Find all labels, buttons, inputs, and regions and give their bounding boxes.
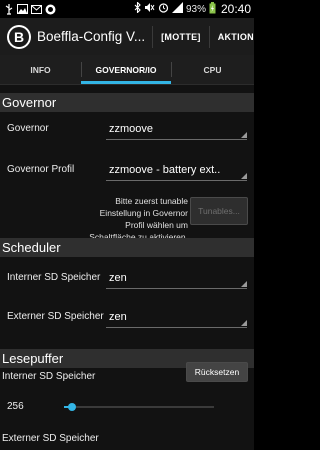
tab-divider <box>171 62 172 77</box>
spinner-arrow-icon <box>241 132 247 138</box>
readahead-internal-slider-thumb[interactable] <box>67 403 76 411</box>
governor-io-page: Governor Governor zzmoove Governor Profi… <box>0 85 254 450</box>
scheduler-external-value: zen <box>109 311 127 323</box>
mail-icon <box>31 4 42 15</box>
bluetooth-icon <box>134 1 141 16</box>
aktion-button[interactable]: AKTION <box>218 32 254 42</box>
spinner-arrow-icon <box>241 320 247 326</box>
tab-governor-io[interactable]: GOVERNOR/IO <box>81 55 171 84</box>
readahead-internal-slider-track[interactable] <box>64 406 214 408</box>
spinner-arrow-icon <box>241 281 247 287</box>
readahead-external-label: Externer SD Speicher <box>2 433 99 444</box>
governor-profile-spinner[interactable]: zzmoove - battery ext.. <box>106 159 247 181</box>
readahead-internal-value: 256 <box>7 401 24 412</box>
section-header-governor: Governor <box>0 93 254 112</box>
governor-profile-label: Governor Profil <box>7 164 75 175</box>
action-divider <box>208 25 210 48</box>
tab-bar: INFO GOVERNOR/IO CPU <box>0 55 254 84</box>
battery-percent: 93% <box>185 3 206 15</box>
usb-icon <box>3 3 14 15</box>
scheduler-internal-label: Interner SD Speicher <box>7 272 101 283</box>
tab-cpu[interactable]: CPU <box>171 55 254 84</box>
governor-label: Governor <box>7 123 49 134</box>
scheduler-external-label: Externer SD Speicher <box>7 311 104 322</box>
clock: 20:40 <box>220 2 251 16</box>
status-bar: 93% 20:40 <box>0 0 254 18</box>
app-logo-icon[interactable]: B <box>6 24 32 50</box>
action-divider <box>152 25 154 48</box>
sync-icon <box>45 4 56 15</box>
governor-profile-value: zzmoove - battery ext.. <box>109 164 221 176</box>
image-icon <box>17 4 28 15</box>
tunables-button[interactable]: Tunables... <box>190 197 248 225</box>
mute-icon <box>144 2 155 16</box>
action-bar: B Boeffla-Config V... [MOTTE] AKTION <box>0 18 254 55</box>
battery-icon <box>209 1 216 17</box>
tab-divider <box>81 62 82 77</box>
scheduler-internal-spinner[interactable]: zen <box>106 267 247 289</box>
tunables-hint: Bitte zuerst tunable Einstellung in Gove… <box>89 196 188 242</box>
section-header-scheduler: Scheduler <box>0 238 254 257</box>
svg-text:B: B <box>14 29 24 45</box>
alarm-icon <box>158 2 169 16</box>
spinner-arrow-icon <box>241 173 247 179</box>
governor-value: zzmoove <box>109 123 154 135</box>
reset-button[interactable]: Rücksetzen <box>186 362 248 382</box>
signal-icon <box>171 2 183 16</box>
governor-spinner[interactable]: zzmoove <box>106 118 247 140</box>
app-title: Boeffla-Config V... <box>37 29 146 44</box>
scheduler-external-spinner[interactable]: zen <box>106 306 247 328</box>
tab-info[interactable]: INFO <box>0 55 81 84</box>
readahead-internal-label: Interner SD Speicher <box>2 371 96 382</box>
scheduler-internal-value: zen <box>109 272 127 284</box>
motte-button[interactable]: [MOTTE] <box>161 32 201 42</box>
